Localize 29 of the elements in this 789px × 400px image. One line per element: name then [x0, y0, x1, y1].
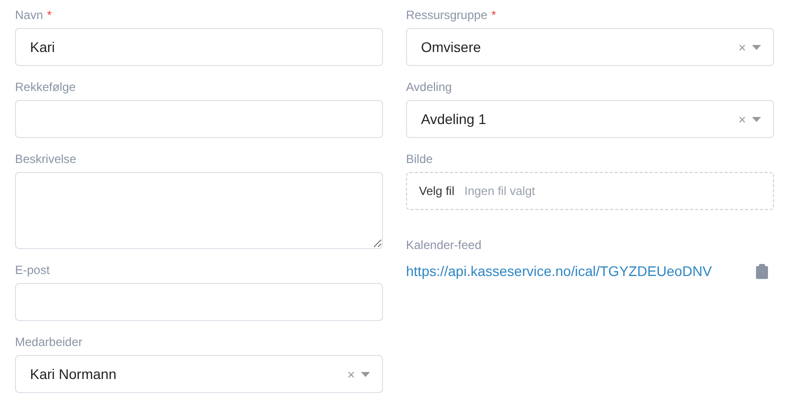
- field-label: Medarbeider: [15, 335, 82, 349]
- text-field[interactable]: [15, 283, 383, 321]
- field-label: Bilde: [406, 152, 433, 166]
- select-field[interactable]: Kari Normann ×: [15, 355, 383, 393]
- field-label: E-post: [15, 263, 50, 277]
- select-value: Avdeling 1: [421, 110, 488, 129]
- text-area[interactable]: [15, 172, 383, 249]
- required-mark: *: [47, 8, 52, 22]
- select-value: Kari Normann: [30, 364, 118, 384]
- field-label: Beskrivelse: [15, 152, 76, 166]
- clipboard-icon[interactable]: [756, 264, 768, 278]
- field-label: Ressursgruppe: [406, 8, 488, 22]
- select-value: Omvisere: [421, 38, 482, 56]
- caret-icon: [361, 372, 370, 376]
- required-mark: *: [491, 8, 496, 22]
- select-field[interactable]: Omvisere ×: [406, 28, 774, 66]
- file-status: Ingen fil valgt: [464, 183, 536, 200]
- field-label: Kalender-feed: [406, 238, 482, 252]
- field-label: Rekkefølge: [15, 80, 76, 94]
- caret-icon: [752, 44, 761, 50]
- choose-file-button[interactable]: Velg fil: [419, 182, 454, 200]
- text-field[interactable]: Kari: [15, 28, 383, 66]
- text-field[interactable]: [15, 100, 383, 138]
- field-label: Navn: [15, 8, 44, 22]
- calendar-feed-link[interactable]: https://api.kasseservice.no/ical/TGYZDEUeoDNV: [406, 260, 712, 282]
- field-label: Avdeling: [406, 80, 452, 94]
- caret-icon: [752, 116, 761, 122]
- select-field[interactable]: Avdeling 1 ×: [406, 100, 774, 138]
- file-drop-field[interactable]: Velg fil Ingen fil valgt: [406, 172, 774, 210]
